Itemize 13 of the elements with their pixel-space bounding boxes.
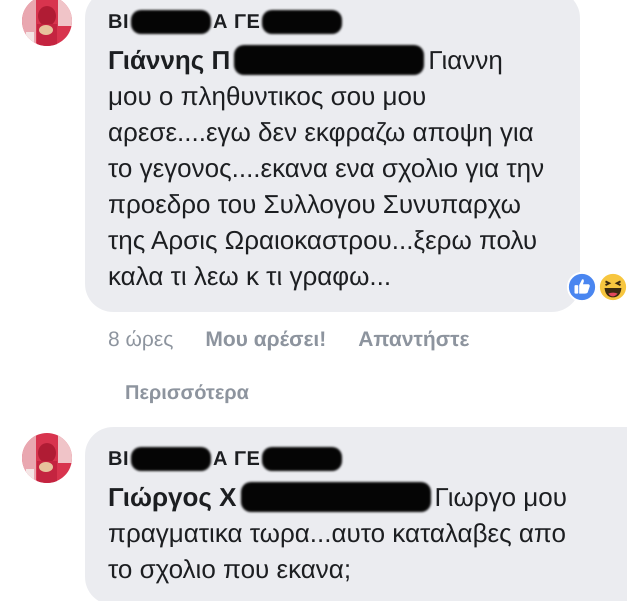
- comment-text: μου ο πληθυντικος σου μου αρεσε....εγω δεν εκφραζω αποψη για το γεγονος....εκανα ενα σχολιο για την προεδρο του Συλλογου Συνυπαρχω της Αρσις Ωραιοκαστρου...ξερω πολυ καλα τι λεω κ τι γραφω...: [108, 80, 546, 293]
- comment-text: πραγματικα τωρα...αυτο καταλαβες απο το σχολιο που εκανα;: [108, 517, 567, 586]
- author-name[interactable]: Α ΓΕ: [213, 10, 260, 34]
- comment-text: Γιωργο μου: [434, 481, 567, 514]
- timestamp: 8 ώρες: [108, 328, 174, 352]
- thumbs-up-icon[interactable]: [567, 272, 597, 302]
- comment-text: Γιαννη: [428, 44, 503, 77]
- author-name[interactable]: ΒΙ: [108, 10, 129, 34]
- author-name[interactable]: Α ΓΕ: [213, 448, 260, 470]
- laughing-face-icon[interactable]: [598, 272, 627, 302]
- author-name[interactable]: ΒΙ: [108, 448, 129, 470]
- mention-link[interactable]: Γιώργος Χ: [108, 479, 236, 515]
- mention-link[interactable]: Γιάννης Π: [108, 42, 230, 78]
